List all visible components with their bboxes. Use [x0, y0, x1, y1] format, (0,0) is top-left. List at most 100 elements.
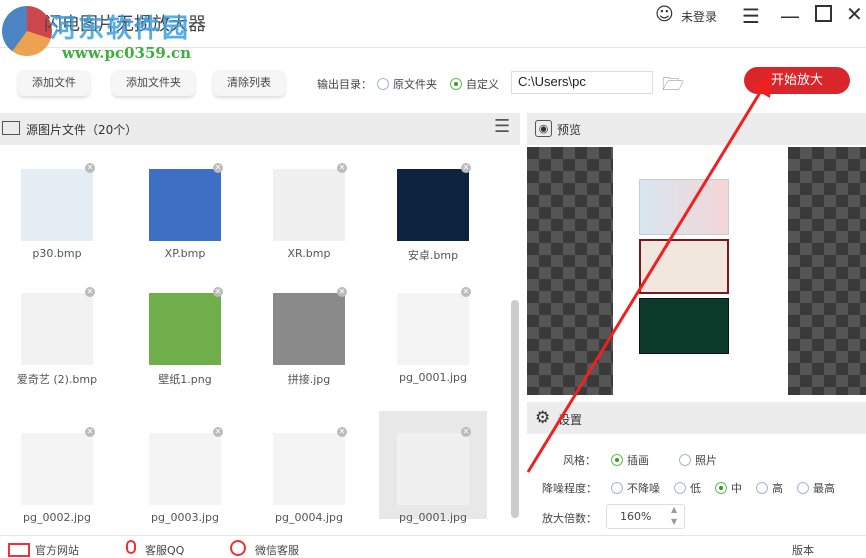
- add-file-button[interactable]: 添加文件: [18, 70, 90, 96]
- remove-icon[interactable]: ✕: [85, 427, 95, 437]
- folder-open-icon[interactable]: 🗁: [662, 72, 684, 102]
- remove-icon[interactable]: ✕: [461, 287, 471, 297]
- file-grid: ✕ p30.bmp ✕ XP.bmp ✕ XR.bmp ✕ 安卓.bmp ✕ 爱奇艺 (2).bm…: [0, 147, 510, 527]
- thumbnail: [149, 169, 221, 241]
- transparent-bg: [527, 147, 613, 395]
- file-item[interactable]: ✕ pg_0004.jpg: [255, 411, 363, 524]
- file-name: 安卓.bmp: [407, 249, 459, 262]
- radio-option[interactable]: 高: [756, 482, 783, 495]
- radio-icon: [674, 482, 686, 494]
- noise-label: 降噪程度：: [542, 482, 597, 495]
- add-folder-button[interactable]: 添加文件夹: [112, 70, 195, 96]
- thumbnail: [397, 433, 469, 505]
- watermark-text: 河东软件园: [50, 14, 191, 44]
- list-view-icon[interactable]: ☰: [494, 116, 510, 137]
- radio-option[interactable]: 插画: [611, 454, 649, 467]
- id-card-front: [639, 179, 729, 235]
- file-item[interactable]: ✕ 拼接.jpg: [255, 271, 363, 386]
- source-title: 源图片文件（20个）: [26, 123, 138, 137]
- radio-option[interactable]: 照片: [679, 454, 717, 467]
- radio-original-folder[interactable]: 原文件夹: [377, 76, 437, 92]
- increment-arrow[interactable]: ▲: [671, 505, 677, 514]
- file-name: pg_0004.jpg: [275, 511, 343, 524]
- file-name: pg_0003.jpg: [151, 511, 219, 524]
- file-item[interactable]: ✕ 安卓.bmp: [379, 147, 487, 262]
- radio-label: 中: [731, 482, 742, 495]
- user-icon[interactable]: ☺: [655, 4, 674, 25]
- style-label: 风格：: [563, 454, 596, 467]
- thumbnail: [273, 293, 345, 365]
- radio-icon: [611, 454, 623, 466]
- remove-icon[interactable]: ✕: [337, 427, 347, 437]
- radio-icon: [377, 78, 389, 90]
- file-name: 爱奇艺 (2).bmp: [16, 373, 98, 386]
- remove-icon[interactable]: ✕: [85, 163, 95, 173]
- radio-option[interactable]: 不降噪: [611, 482, 660, 495]
- remove-icon[interactable]: ✕: [213, 427, 223, 437]
- radio-option[interactable]: 最高: [797, 482, 835, 495]
- footer-qq[interactable]: 客服QQ: [145, 542, 184, 558]
- file-item[interactable]: ✕ p30.bmp: [3, 147, 111, 260]
- close-button[interactable]: ✕: [846, 2, 863, 26]
- file-item[interactable]: ✕ XR.bmp: [255, 147, 363, 260]
- transparent-bg: [788, 147, 866, 395]
- watermark-url: www.pc0359.cn: [62, 44, 192, 62]
- radio-option[interactable]: 中: [715, 482, 742, 495]
- thumbnail: [21, 293, 93, 365]
- bank-card: [639, 298, 729, 354]
- file-name: 壁纸1.png: [158, 373, 212, 386]
- file-item[interactable]: ✕ 壁纸1.png: [131, 271, 239, 386]
- file-name: XP.bmp: [164, 247, 206, 260]
- radio-icon: [797, 482, 809, 494]
- remove-icon[interactable]: ✕: [213, 163, 223, 173]
- output-path-input[interactable]: C:\Users\pc: [511, 71, 653, 94]
- radio-icon: [679, 454, 691, 466]
- website-icon: [8, 543, 30, 557]
- settings-title: 设置: [558, 413, 583, 427]
- radio-label: 高: [772, 482, 783, 495]
- preview-area: [527, 147, 866, 395]
- footer-wechat[interactable]: 微信客服: [255, 542, 299, 558]
- start-enlarge-button[interactable]: 开始放大: [744, 67, 850, 94]
- remove-icon[interactable]: ✕: [461, 427, 471, 437]
- scrollbar-thumb[interactable]: [511, 300, 519, 518]
- radio-label: 插画: [627, 454, 649, 467]
- footer-divider: [0, 535, 866, 536]
- version-label: 版本: [792, 544, 814, 557]
- minimize-button[interactable]: —: [780, 4, 800, 28]
- menu-icon[interactable]: ☰: [742, 4, 760, 28]
- radio-label: 低: [690, 482, 701, 495]
- thumbnail: [149, 433, 221, 505]
- file-item[interactable]: ✕ pg_0002.jpg: [3, 411, 111, 524]
- radio-custom-folder[interactable]: 自定义: [450, 76, 499, 92]
- file-name: pg_0001.jpg: [399, 511, 467, 524]
- radio-option[interactable]: 低: [674, 482, 701, 495]
- scale-value: 160%: [620, 510, 652, 523]
- remove-icon[interactable]: ✕: [337, 163, 347, 173]
- remove-icon[interactable]: ✕: [461, 163, 471, 173]
- thumbnail: [397, 293, 469, 365]
- file-item[interactable]: ✕ 爱奇艺 (2).bmp: [3, 271, 111, 386]
- style-options: 插画 照片: [611, 452, 747, 468]
- thumbnail: [273, 169, 345, 241]
- file-item[interactable]: ✕ pg_0001.jpg: [379, 411, 487, 524]
- remove-icon[interactable]: ✕: [337, 287, 347, 297]
- footer-website[interactable]: 官方网站: [35, 542, 79, 558]
- file-name: p30.bmp: [32, 247, 82, 260]
- file-item[interactable]: ✕ pg_0001.jpg: [379, 271, 487, 384]
- wechat-icon: [230, 540, 246, 556]
- noise-options: 不降噪 低 中 高 最高: [611, 480, 849, 496]
- scale-label: 放大倍数：: [542, 512, 597, 525]
- radio-label: 照片: [695, 454, 717, 467]
- scale-stepper[interactable]: 160% ▲ ▼: [606, 504, 685, 529]
- maximize-button[interactable]: [815, 5, 832, 22]
- login-status[interactable]: 未登录: [681, 8, 717, 25]
- file-item[interactable]: ✕ XP.bmp: [131, 147, 239, 260]
- radio-icon: [756, 482, 768, 494]
- file-item[interactable]: ✕ pg_0003.jpg: [131, 411, 239, 524]
- clear-list-button[interactable]: 清除列表: [213, 70, 285, 96]
- thumbnail: [397, 169, 469, 241]
- decrement-arrow[interactable]: ▼: [671, 517, 677, 526]
- remove-icon[interactable]: ✕: [85, 287, 95, 297]
- remove-icon[interactable]: ✕: [213, 287, 223, 297]
